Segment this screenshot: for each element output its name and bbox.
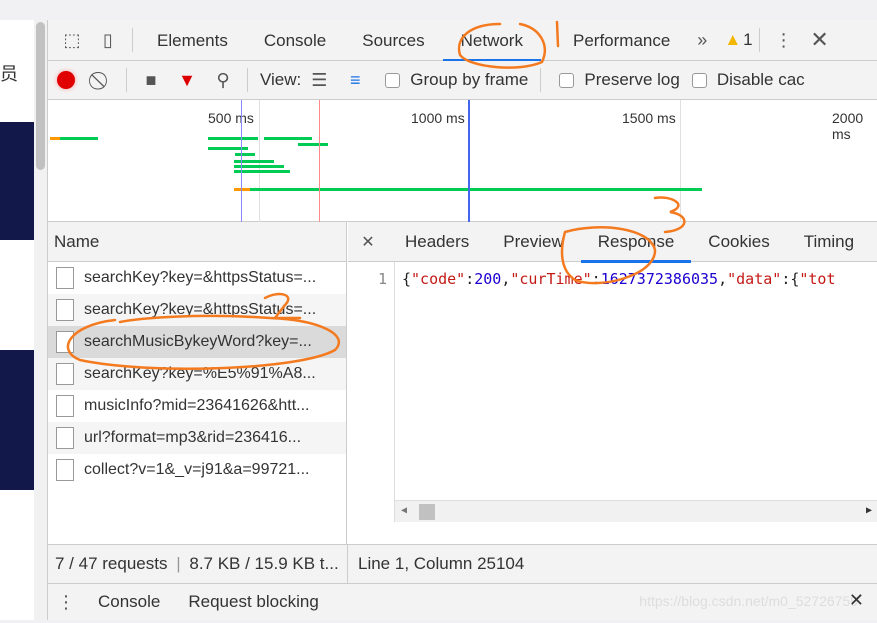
time-tick: 1500 ms (622, 110, 676, 126)
json-token: "curTime" (510, 270, 592, 288)
request-name: collect?v=1&_v=j91&a=99721... (84, 461, 310, 478)
network-overview[interactable]: 500 ms 1000 ms 1500 ms 2000 ms (48, 100, 877, 222)
json-token: 200 (474, 270, 502, 288)
disable-cache-checkbox[interactable] (691, 72, 707, 88)
menu-kebab-icon[interactable]: ⋮ (766, 20, 802, 61)
detail-tab-timing[interactable]: Timing (787, 222, 871, 262)
file-icon (56, 459, 74, 481)
group-by-frame-label: Group by frame (410, 70, 529, 89)
devtools-tabbar: ⬚ ▯ Elements Console Sources Network Per… (48, 20, 877, 62)
request-name: searchMusicBykeyWord?key=... (84, 333, 312, 350)
horizontal-scrollbar[interactable]: ◀ ▶ (395, 500, 877, 522)
request-detail: ✕ Headers Preview Response Cookies Timing 1 … (348, 222, 877, 544)
device-toolbar-icon[interactable]: ▯ (90, 20, 126, 61)
request-row[interactable]: searchKey?key=%E5%91%A8... (48, 358, 346, 390)
tab-elements[interactable]: Elements (139, 20, 246, 61)
json-token: :{ (781, 270, 800, 288)
time-tick: 2000 ms (832, 110, 864, 142)
cursor-position: Line 1, Column 25104 (358, 554, 525, 573)
file-icon (56, 331, 74, 353)
detail-tab-response[interactable]: Response (580, 222, 692, 263)
close-detail-icon[interactable]: ✕ (348, 221, 388, 262)
large-rows-icon[interactable]: ☰ (301, 60, 337, 101)
tab-performance[interactable]: Performance (541, 20, 688, 61)
file-icon (56, 363, 74, 385)
request-list: Name searchKey?key=&httpsStatus=... searc… (48, 222, 347, 544)
preserve-log-checkbox[interactable] (559, 72, 575, 88)
file-icon (56, 299, 74, 321)
drawer-tab-console[interactable]: Console (84, 592, 174, 612)
more-tabs-icon[interactable]: » (688, 20, 716, 61)
json-token: : (465, 270, 475, 288)
time-tick: 500 ms (208, 110, 254, 126)
warning-count[interactable]: 1 (743, 30, 752, 50)
drawer-menu-icon[interactable]: ⋮ (48, 582, 84, 623)
inspect-element-icon[interactable]: ⬚ (54, 20, 90, 61)
file-icon (56, 427, 74, 449)
tab-network[interactable]: Network (442, 20, 542, 62)
json-token: { (402, 270, 412, 288)
request-row[interactable]: collect?v=1&_v=j91&a=99721... (48, 454, 346, 486)
tab-console[interactable]: Console (246, 20, 344, 61)
close-drawer-icon[interactable]: ✕ (849, 590, 864, 611)
response-line: {"code":200,"curTime":1627372386035,"dat… (402, 270, 836, 288)
json-token: : (591, 270, 601, 288)
file-icon (56, 395, 74, 417)
json-token: "tot (799, 270, 836, 288)
name-column-header[interactable]: Name (48, 222, 346, 262)
request-name: searchKey?key=%E5%91%A8... (84, 365, 316, 382)
disable-cache-label: Disable cac (716, 70, 805, 89)
detail-tab-headers[interactable]: Headers (388, 222, 486, 262)
response-body[interactable]: 1 {"code":200,"curTime":1627372386035,"d… (348, 262, 877, 522)
view-label: View: (260, 70, 302, 89)
page-content: 员 (0, 20, 34, 620)
capture-screenshots-icon[interactable]: ■ (133, 60, 169, 101)
json-token: "data" (727, 270, 782, 288)
request-row[interactable]: searchKey?key=&httpsStatus=... (48, 294, 346, 326)
warning-icon[interactable]: ▲ (724, 30, 741, 50)
file-icon (56, 267, 74, 289)
request-row[interactable]: musicInfo?mid=23641626&htt... (48, 390, 346, 422)
waterfall-icon[interactable]: ≡ (337, 60, 373, 101)
time-tick: 1000 ms (411, 110, 465, 126)
line-number: 1 (348, 262, 395, 522)
drawer-tab-request-blocking[interactable]: Request blocking (174, 592, 332, 612)
scrollbar-thumb[interactable] (36, 22, 45, 170)
detail-tab-preview[interactable]: Preview (486, 222, 580, 262)
detail-tab-cookies[interactable]: Cookies (691, 222, 786, 262)
json-token: , (718, 270, 728, 288)
request-row[interactable]: searchMusicBykeyWord?key=... (48, 326, 346, 358)
devtools-panel: ⬚ ▯ Elements Console Sources Network Per… (47, 20, 877, 620)
close-devtools-icon[interactable]: ✕ (802, 20, 838, 61)
tab-sources[interactable]: Sources (344, 20, 442, 61)
request-row[interactable]: searchKey?key=&httpsStatus=... (48, 262, 346, 294)
page-banner (0, 122, 34, 240)
request-name: searchKey?key=&httpsStatus=... (84, 301, 317, 318)
preserve-log-label: Preserve log (584, 70, 680, 89)
drawer-tabbar: ⋮ Console Request blocking https://blog.… (48, 584, 877, 620)
request-name: url?format=mp3&rid=236416... (84, 429, 302, 446)
request-name: musicInfo?mid=23641626&htt... (84, 397, 310, 414)
page-banner (0, 350, 34, 490)
search-icon[interactable]: ⚲ (205, 60, 241, 101)
transfer-size: 8.7 KB / 15.9 KB t... (189, 554, 339, 573)
json-token: 1627372386035 (600, 270, 719, 288)
json-token: "code" (411, 270, 466, 288)
request-name: searchKey?key=&httpsStatus=... (84, 269, 317, 286)
status-bar: 7 / 47 requests | 8.7 KB / 15.9 KB t... … (48, 544, 877, 584)
group-by-frame-checkbox[interactable] (385, 72, 401, 88)
request-row[interactable]: url?format=mp3&rid=236416... (48, 422, 346, 454)
watermark: https://blog.csdn.net/m0_52726759 (639, 593, 858, 609)
network-toolbar: ⃠ ■ ▼ ⚲ View: ☰ ≡ Group by frame Preserv… (48, 61, 877, 100)
record-icon[interactable] (48, 60, 84, 101)
request-count: 7 / 47 requests (55, 554, 168, 573)
page-text: 员 (0, 64, 18, 84)
clear-icon[interactable]: ⃠ (84, 60, 120, 101)
filter-icon[interactable]: ▼ (169, 60, 205, 101)
